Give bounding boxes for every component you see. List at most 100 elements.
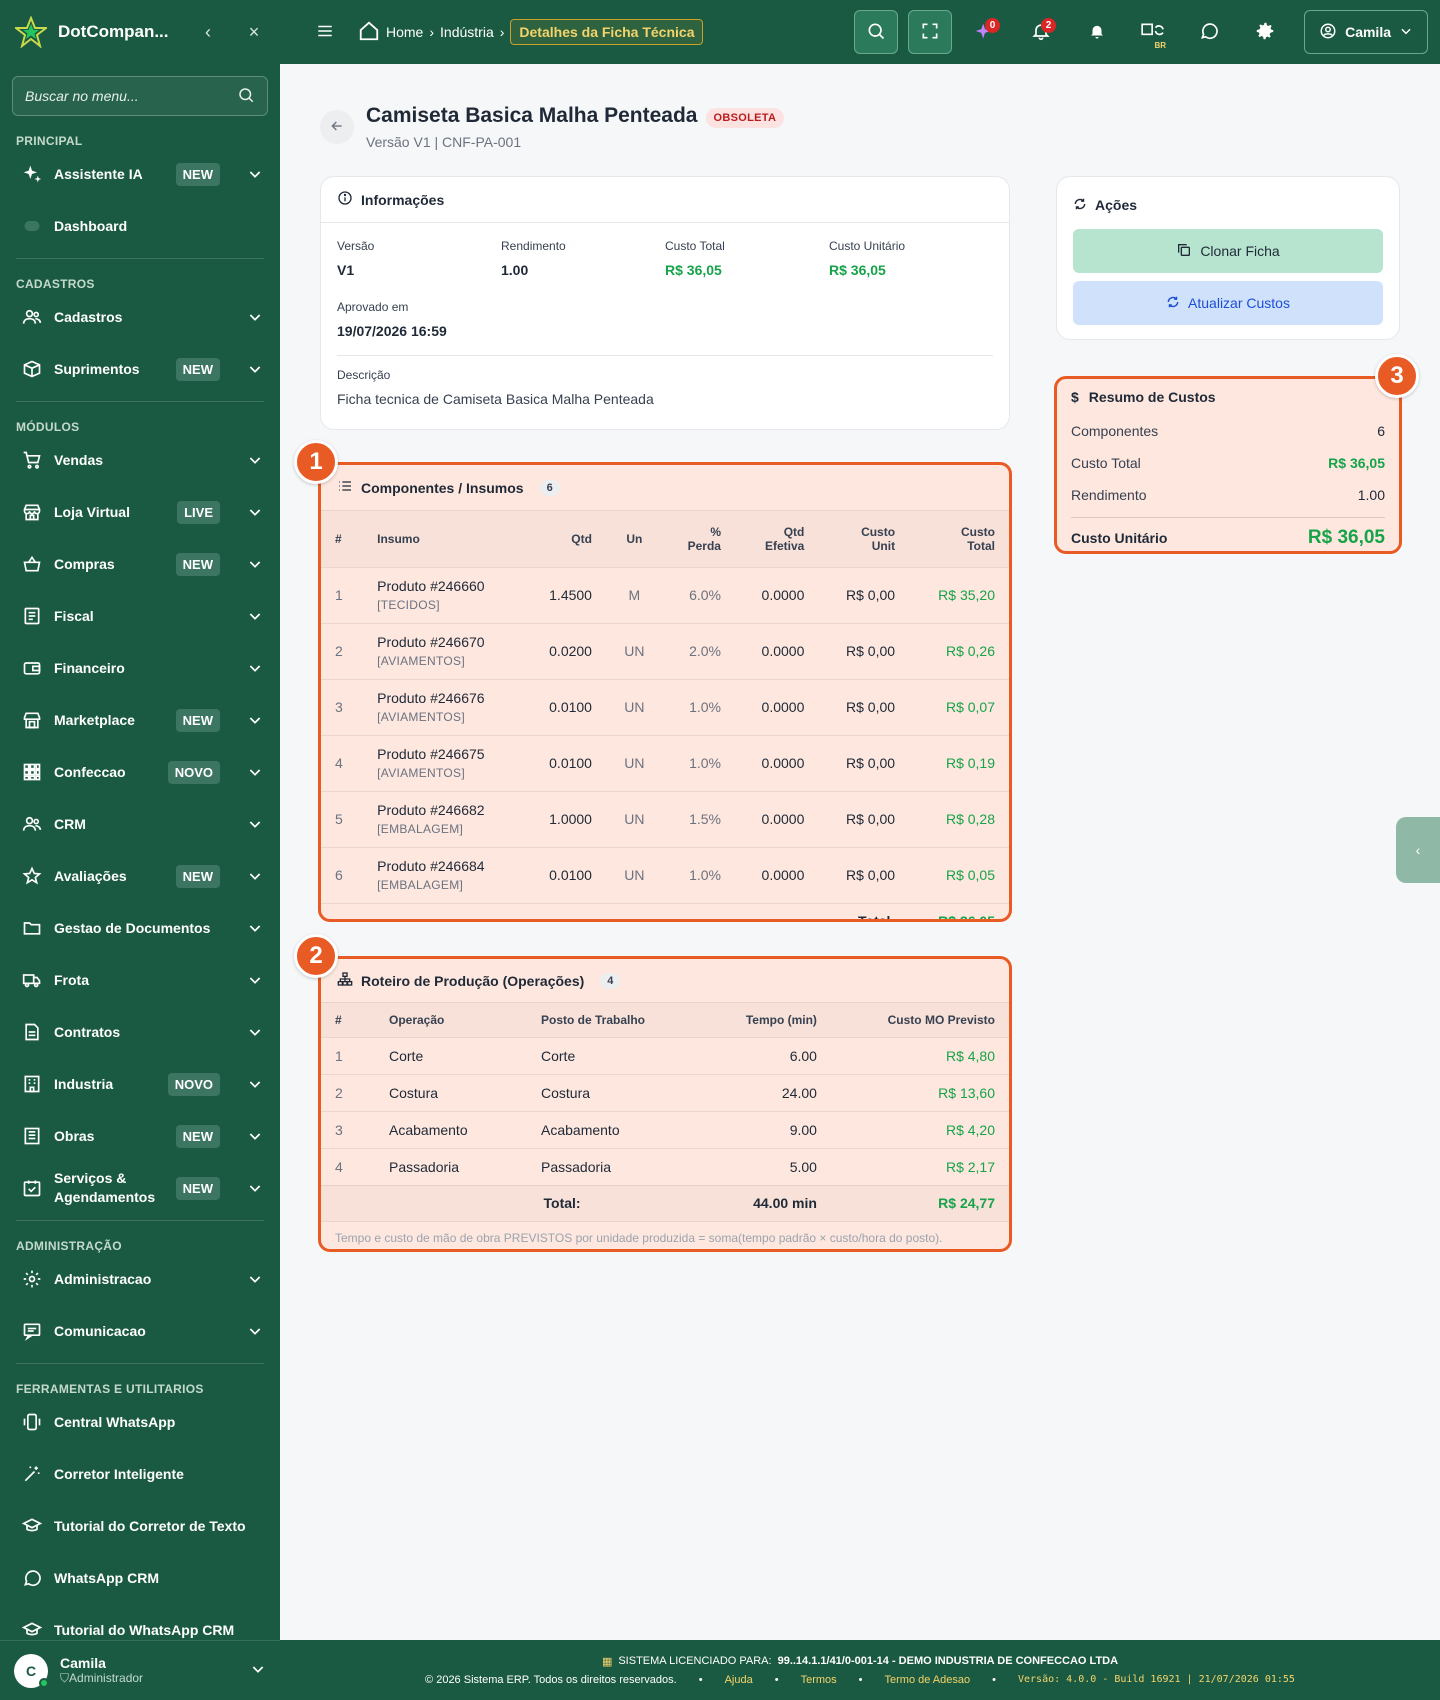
chevron-down-icon[interactable] [246, 815, 264, 833]
online-status-dot [39, 1677, 49, 1688]
notifications-button[interactable]: 2 [1018, 10, 1064, 54]
chevron-down-icon[interactable] [246, 503, 264, 521]
search-icon[interactable] [237, 86, 255, 107]
settings-button[interactable] [1242, 10, 1288, 54]
user-profile[interactable]: C Camila ⛉Administrador [0, 1640, 280, 1700]
sidebar-item-servicos[interactable]: Serviços & Agendamentos NEW [0, 1162, 280, 1214]
chevron-down-icon[interactable] [246, 1179, 264, 1197]
ai-count-badge: 0 [985, 18, 1001, 33]
chevron-down-icon[interactable] [246, 659, 264, 677]
terms-link[interactable]: Termos [801, 1674, 837, 1686]
collapse-sidebar-icon[interactable]: ‹ [196, 20, 220, 44]
sidebar-item-compras[interactable]: Compras NEW [0, 538, 280, 590]
chevron-down-icon[interactable] [246, 451, 264, 469]
chevron-down-icon[interactable] [246, 308, 264, 326]
arrow-left-icon [329, 118, 345, 137]
sidebar-item-marketplace[interactable]: Marketplace NEW [0, 694, 280, 746]
chevron-down-icon[interactable] [246, 971, 264, 989]
chevron-down-icon[interactable] [246, 1270, 264, 1288]
chevron-down-icon[interactable] [246, 763, 264, 781]
table-row[interactable]: 4 Passadoria Passadoria 5.00 R$ 2,17 [321, 1147, 1009, 1185]
table-row[interactable]: 4 Produto #246675 [AVIAMENTOS] 0.0100 UN 1.0%… [321, 734, 1009, 791]
sidebar-item-obras[interactable]: Obras NEW [0, 1110, 280, 1162]
page-subtitle: Versão V1 | CNF-PA-001 [366, 134, 522, 150]
menu-search[interactable] [12, 76, 268, 116]
component-name: Produto #246675 [377, 746, 485, 762]
back-button[interactable] [320, 110, 354, 144]
clone-sheet-button[interactable]: Clonar Ficha [1073, 229, 1383, 273]
home-icon[interactable] [358, 20, 380, 45]
sidebar-item-administracao[interactable]: Administracao [0, 1253, 280, 1305]
table-row[interactable]: 2 Produto #246670 [AVIAMENTOS] 0.0200 UN 2.0%… [321, 622, 1009, 679]
close-sidebar-icon[interactable]: × [242, 20, 266, 44]
table-row[interactable]: 6 Produto #246684 [EMBALAGEM] 0.0100 UN 1.0% 0… [321, 846, 1009, 903]
operations-total-tempo: 44.00 min [700, 1184, 831, 1221]
sidebar-item-frota[interactable]: Frota [0, 954, 280, 1006]
language-button[interactable]: BR [1130, 10, 1176, 54]
sidebar-item-central-whatsapp[interactable]: Central WhatsApp [0, 1396, 280, 1448]
update-costs-button[interactable]: Atualizar Custos [1073, 281, 1383, 325]
new-badge: NEW [175, 552, 220, 576]
breadcrumb-home[interactable]: Home [386, 24, 423, 40]
chevron-down-icon[interactable] [246, 919, 264, 937]
expand-icon [920, 21, 940, 44]
cost-summary-header: $ Resumo de Custos [1071, 389, 1216, 405]
sidebar-item-industria[interactable]: Industria NOVO [0, 1058, 280, 1110]
whatsapp-button[interactable] [1186, 10, 1232, 54]
alerts-button[interactable] [1074, 10, 1120, 54]
global-search-button[interactable] [854, 10, 899, 54]
sidebar-item-dashboard[interactable]: Dashboard [0, 200, 280, 252]
sidebar-item-gestao-documentos[interactable]: Gestao de Documentos [0, 902, 280, 954]
sidebar-item-avaliacoes[interactable]: Avaliações NEW [0, 850, 280, 902]
chevron-left-icon: ‹ [1415, 842, 1421, 858]
sidebar-item-cadastros[interactable]: Cadastros [0, 291, 280, 343]
ai-assistant-button[interactable]: 0 [962, 10, 1008, 54]
brand-name: DotCompan... [58, 22, 169, 41]
chevron-down-icon[interactable] [250, 1661, 266, 1680]
sidebar-item-crm[interactable]: CRM [0, 798, 280, 850]
sidebar-item-corretor[interactable]: Corretor Inteligente [0, 1448, 280, 1500]
new-badge: NEW [175, 1124, 220, 1148]
chevron-down-icon[interactable] [246, 1322, 264, 1340]
table-row[interactable]: 5 Produto #246682 [EMBALAGEM] 1.0000 UN 1.5% 0… [321, 790, 1009, 847]
side-panel-toggle[interactable]: ‹ [1396, 817, 1440, 883]
table-row[interactable]: 3 Produto #246676 [AVIAMENTOS] 0.0100 UN 1.0%… [321, 678, 1009, 735]
chevron-down-icon[interactable] [246, 555, 264, 573]
footer-links: © 2026 Sistema ERP. Todos os direitos re… [425, 1673, 1295, 1686]
hamburger-menu-icon[interactable] [316, 22, 334, 43]
sidebar-item-fiscal[interactable]: Fiscal [0, 590, 280, 642]
sidebar-item-financeiro[interactable]: Financeiro [0, 642, 280, 694]
sidebar-item-suprimentos[interactable]: Suprimentos NEW [0, 343, 280, 395]
menu-search-input[interactable] [25, 88, 237, 104]
table-row[interactable]: 1 Produto #246660 [TECIDOS] 1.4500 M 6.0% 0.00… [321, 566, 1009, 623]
language-badge: BR [1154, 41, 1167, 50]
chevron-down-icon[interactable] [246, 1127, 264, 1145]
sidebar-item-whatsapp-crm[interactable]: WhatsApp CRM [0, 1552, 280, 1604]
info-custo-total: R$ 36,05 [665, 262, 722, 278]
chevron-down-icon[interactable] [246, 867, 264, 885]
help-link[interactable]: Ajuda [725, 1674, 753, 1686]
new-badge: NEW [175, 864, 220, 888]
phone-vibrate-icon [22, 1412, 42, 1432]
user-menu-button[interactable]: Camila [1304, 10, 1428, 54]
table-row[interactable]: 2 Costura Costura 24.00 R$ 13,60 [321, 1073, 1009, 1111]
chevron-down-icon[interactable] [246, 360, 264, 378]
breadcrumb-industria[interactable]: Indústria [440, 24, 494, 40]
chevron-down-icon[interactable] [246, 711, 264, 729]
sidebar-item-tutorial-corretor[interactable]: Tutorial do Corretor de Texto [0, 1500, 280, 1552]
sidebar-item-loja-virtual[interactable]: Loja Virtual LIVE [0, 486, 280, 538]
sidebar-item-confeccao[interactable]: Confeccao NOVO [0, 746, 280, 798]
chevron-down-icon[interactable] [246, 165, 264, 183]
chevron-down-icon[interactable] [246, 607, 264, 625]
chevron-down-icon[interactable] [246, 1023, 264, 1041]
sidebar-item-comunicacao[interactable]: Comunicacao [0, 1305, 280, 1357]
fullscreen-button[interactable] [908, 10, 953, 54]
sidebar-item-assistente[interactable]: Assistente IA NEW [0, 148, 280, 200]
chevron-down-icon[interactable] [246, 1075, 264, 1093]
sidebar-item-vendas[interactable]: Vendas [0, 434, 280, 486]
adhesion-terms-link[interactable]: Termo de Adesao [885, 1674, 971, 1686]
sidebar-item-contratos[interactable]: Contratos [0, 1006, 280, 1058]
table-row[interactable]: 3 Acabamento Acabamento 9.00 R$ 4,20 [321, 1110, 1009, 1148]
table-row[interactable]: 1 Corte Corte 6.00 R$ 4,80 [321, 1036, 1009, 1074]
cost-summary-card: $ Resumo de Custos Componentes 6 Custo To… [1054, 376, 1402, 554]
